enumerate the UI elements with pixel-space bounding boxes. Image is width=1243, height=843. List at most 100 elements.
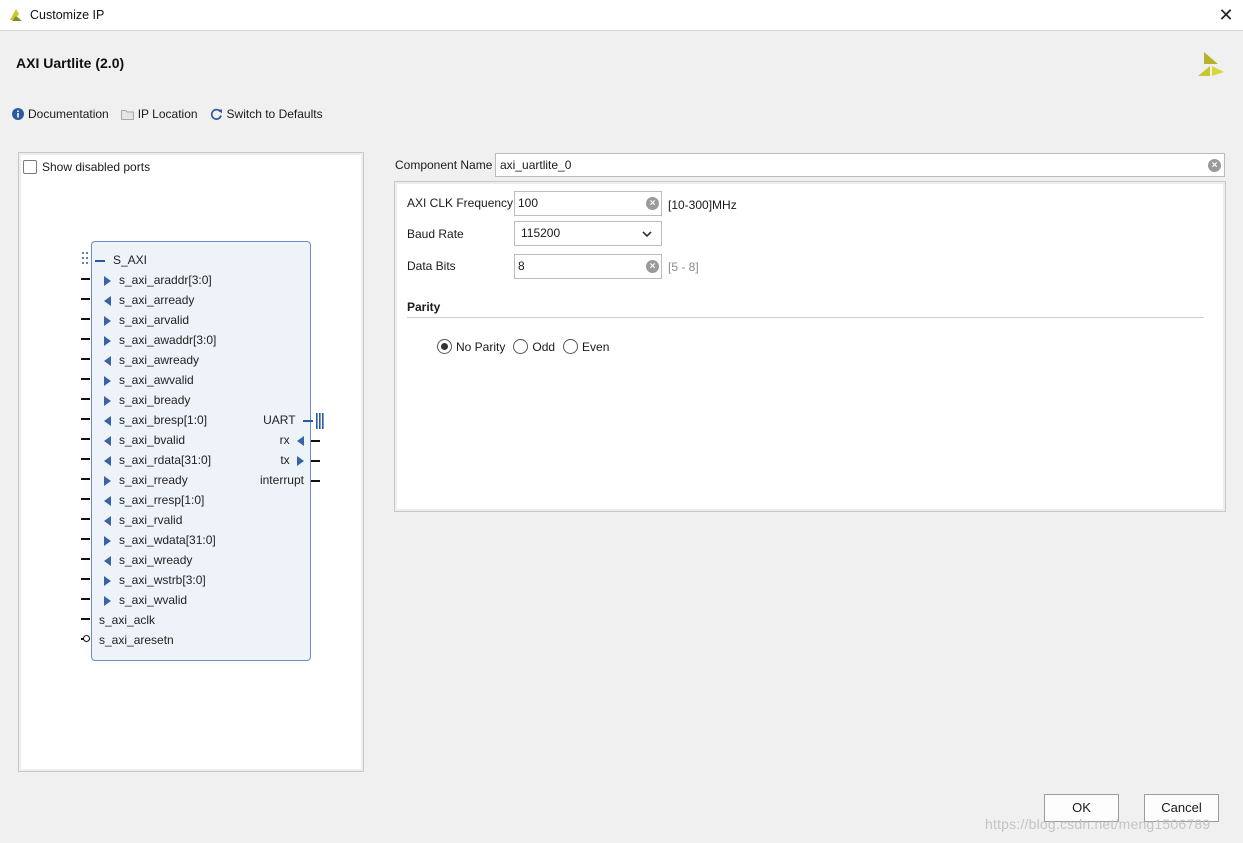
axi-clk-frequency-range: [10-300]MHz bbox=[668, 198, 737, 212]
interrupt-pin bbox=[311, 480, 320, 482]
ip-location-label[interactable]: IP Location bbox=[138, 107, 198, 121]
radio-indicator[interactable] bbox=[437, 339, 452, 354]
port-s-axi-bresp10[interactable]: s_axi_bresp[1:0] bbox=[104, 412, 207, 428]
port-label: s_axi_rresp[1:0] bbox=[119, 493, 205, 507]
port-s-axi-rready[interactable]: s_axi_rready bbox=[104, 472, 188, 488]
no-parity-radio[interactable]: No Parity bbox=[437, 339, 505, 354]
interrupt-label: interrupt bbox=[259, 473, 304, 487]
uart-bus-port[interactable]: UART bbox=[263, 412, 324, 429]
port-s-axi-aresetn[interactable]: s_axi_aresetn bbox=[99, 632, 174, 648]
input-arrow-icon bbox=[104, 375, 111, 386]
port-s-axi-awaddr30[interactable]: s_axi_awaddr[3:0] bbox=[104, 332, 216, 348]
port-s-axi-wready[interactable]: s_axi_wready bbox=[104, 552, 192, 568]
odd-parity-label[interactable]: Odd bbox=[532, 340, 555, 354]
port-s-axi-awready[interactable]: s_axi_awready bbox=[104, 352, 199, 368]
input-arrow-icon bbox=[104, 575, 111, 586]
s-axi-bus-port[interactable]: S_AXI bbox=[95, 252, 147, 268]
data-bits-range: [5 - 8] bbox=[668, 260, 699, 274]
tx-pin bbox=[311, 460, 320, 462]
uart-label: UART bbox=[263, 413, 296, 427]
port-s-axi-wdata310[interactable]: s_axi_wdata[31:0] bbox=[104, 532, 216, 548]
output-arrow-icon bbox=[104, 515, 111, 526]
switch-to-defaults-label[interactable]: Switch to Defaults bbox=[227, 107, 323, 121]
parameters-panel: AXI CLK Frequency 100 × [10-300]MHz Baud… bbox=[394, 181, 1226, 512]
data-bits-label: Data Bits bbox=[407, 259, 456, 273]
port-s-axi-aclk[interactable]: s_axi_aclk bbox=[99, 612, 155, 628]
port-s-axi-rvalid[interactable]: s_axi_rvalid bbox=[104, 512, 182, 528]
documentation-link[interactable]: Documentation bbox=[12, 107, 109, 121]
port-pin bbox=[81, 538, 90, 540]
chevron-down-icon bbox=[642, 231, 652, 238]
interrupt-port[interactable]: interrupt bbox=[260, 472, 304, 488]
documentation-label[interactable]: Documentation bbox=[28, 107, 109, 121]
port-s-axi-wvalid[interactable]: s_axi_wvalid bbox=[104, 592, 187, 608]
port-s-axi-wstrb30[interactable]: s_axi_wstrb[3:0] bbox=[104, 572, 206, 588]
port-s-axi-bready[interactable]: s_axi_bready bbox=[104, 392, 190, 408]
refresh-icon bbox=[210, 108, 222, 120]
rx-port[interactable]: rx bbox=[280, 432, 304, 448]
output-arrow-icon bbox=[104, 435, 111, 446]
folder-icon bbox=[120, 109, 134, 120]
port-s-axi-arready[interactable]: s_axi_arready bbox=[104, 292, 194, 308]
port-pin bbox=[81, 418, 90, 420]
port-label: s_axi_aclk bbox=[99, 613, 156, 627]
rx-label: rx bbox=[279, 433, 290, 447]
port-s-axi-rdata310[interactable]: s_axi_rdata[31:0] bbox=[104, 452, 211, 468]
no-parity-label[interactable]: No Parity bbox=[456, 340, 505, 354]
s-axi-bus-label: S_AXI bbox=[113, 253, 148, 267]
radio-indicator[interactable] bbox=[563, 339, 579, 354]
component-name-label: Component Name bbox=[395, 158, 493, 172]
even-parity-label[interactable]: Even bbox=[582, 340, 609, 354]
baud-rate-value: 115200 bbox=[521, 226, 561, 240]
port-label: s_axi_wstrb[3:0] bbox=[119, 573, 206, 587]
port-label: s_axi_wready bbox=[119, 553, 193, 567]
port-pin bbox=[81, 338, 90, 340]
input-arrow-icon bbox=[104, 475, 111, 486]
port-s-axi-rresp10[interactable]: s_axi_rresp[1:0] bbox=[104, 492, 204, 508]
ip-location-link[interactable]: IP Location bbox=[120, 107, 198, 121]
data-bits-input[interactable]: 8 bbox=[514, 254, 662, 279]
baud-rate-select[interactable]: 115200 bbox=[514, 221, 662, 246]
show-disabled-ports-checkbox[interactable]: Show disabled ports bbox=[23, 160, 150, 174]
clear-icon[interactable]: × bbox=[1208, 159, 1221, 172]
radio-indicator[interactable] bbox=[513, 339, 529, 354]
input-arrow-icon bbox=[104, 535, 111, 546]
port-s-axi-bvalid[interactable]: s_axi_bvalid bbox=[104, 432, 185, 448]
baud-rate-label: Baud Rate bbox=[407, 227, 464, 241]
port-pin bbox=[81, 458, 90, 460]
port-pin bbox=[81, 298, 90, 300]
odd-parity-radio[interactable]: Odd bbox=[513, 339, 555, 354]
close-button[interactable]: ✕ bbox=[1209, 0, 1243, 30]
rx-pin bbox=[311, 440, 320, 442]
bus-line-icon bbox=[95, 259, 105, 262]
switch-to-defaults-link[interactable]: Switch to Defaults bbox=[210, 107, 323, 121]
clear-icon[interactable]: × bbox=[646, 260, 659, 273]
port-pin bbox=[81, 318, 90, 320]
output-arrow-icon bbox=[104, 355, 111, 366]
port-label: s_axi_aresetn bbox=[99, 633, 174, 647]
checkbox-box[interactable] bbox=[23, 160, 37, 174]
port-s-axi-araddr30[interactable]: s_axi_araddr[3:0] bbox=[104, 272, 212, 288]
input-arrow-icon bbox=[104, 395, 111, 406]
clear-icon[interactable]: × bbox=[646, 197, 659, 210]
port-s-axi-arvalid[interactable]: s_axi_arvalid bbox=[104, 312, 189, 328]
even-parity-radio[interactable]: Even bbox=[563, 339, 609, 354]
input-arrow-icon bbox=[104, 315, 111, 326]
ip-title: AXI Uartlite (2.0) bbox=[16, 55, 125, 71]
port-pin bbox=[81, 518, 90, 520]
port-pin bbox=[81, 498, 90, 500]
port-pin bbox=[81, 598, 90, 600]
close-icon[interactable]: ✕ bbox=[1218, 5, 1233, 25]
ip-toolbar: Documentation IP Location Switch to Defa… bbox=[12, 106, 335, 122]
xilinx-brand-logo-icon bbox=[1198, 52, 1224, 76]
bus-expand-handle-icon[interactable] bbox=[81, 251, 89, 269]
port-label: s_axi_wvalid bbox=[119, 593, 188, 607]
axi-clk-frequency-input[interactable]: 100 bbox=[514, 191, 662, 216]
show-disabled-ports-label[interactable]: Show disabled ports bbox=[42, 160, 150, 174]
output-arrow-icon bbox=[104, 415, 111, 426]
component-name-input[interactable]: axi_uartlite_0 bbox=[495, 153, 1225, 177]
output-arrow-icon bbox=[297, 455, 304, 466]
window-title: Customize IP bbox=[30, 8, 105, 22]
port-s-axi-awvalid[interactable]: s_axi_awvalid bbox=[104, 372, 194, 388]
tx-port[interactable]: tx bbox=[280, 452, 304, 468]
